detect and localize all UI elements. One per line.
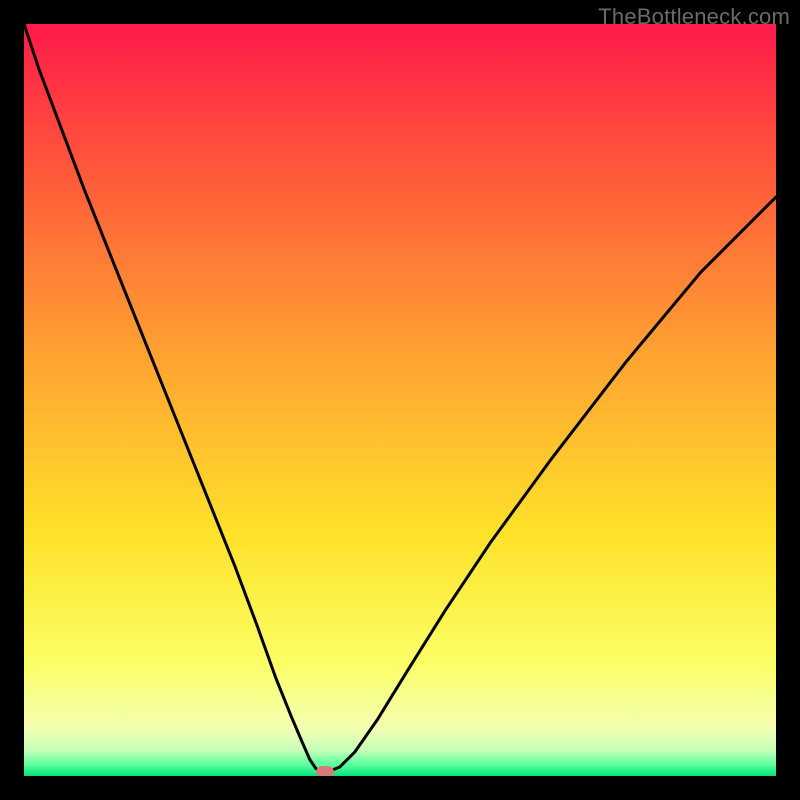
plot-area <box>24 24 776 776</box>
watermark-text: TheBottleneck.com <box>598 4 790 30</box>
minimum-marker <box>316 766 334 776</box>
bottleneck-curve <box>24 24 776 776</box>
chart-frame: TheBottleneck.com <box>0 0 800 800</box>
